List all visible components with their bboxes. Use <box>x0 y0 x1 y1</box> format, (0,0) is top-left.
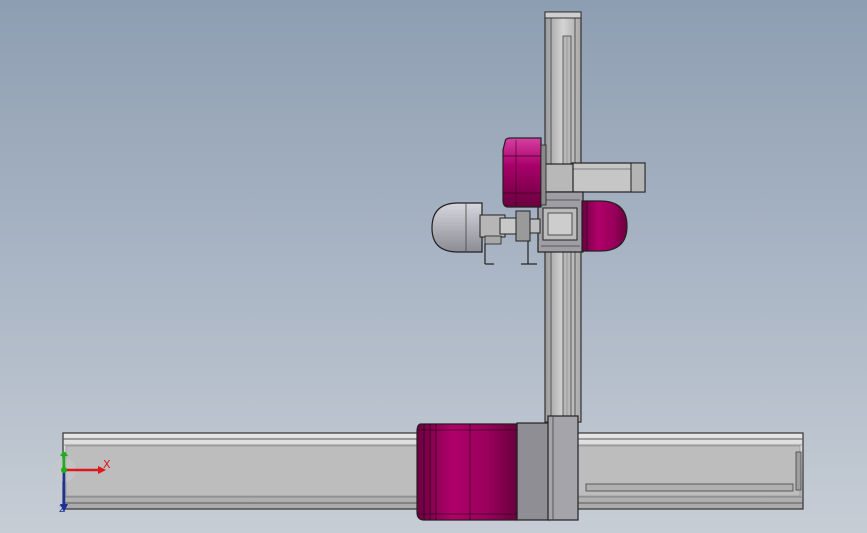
y-axis-arrowhead <box>60 452 68 456</box>
z-axis-servo-motor[interactable] <box>581 200 628 252</box>
x-axis-servo-motor[interactable] <box>416 423 518 521</box>
y-axis-servo-motor[interactable] <box>502 137 547 208</box>
gantry-assembly-model[interactable] <box>0 0 867 533</box>
z-axis-arm[interactable] <box>571 162 646 193</box>
gripper-rotary-head[interactable] <box>431 202 541 265</box>
x-axis-label: X <box>103 458 111 471</box>
x-axis-carriage[interactable] <box>516 415 579 521</box>
z-axis-label: Z <box>59 505 66 515</box>
triad-origin <box>61 467 67 473</box>
cad-viewport[interactable]: X Z <box>0 0 867 533</box>
